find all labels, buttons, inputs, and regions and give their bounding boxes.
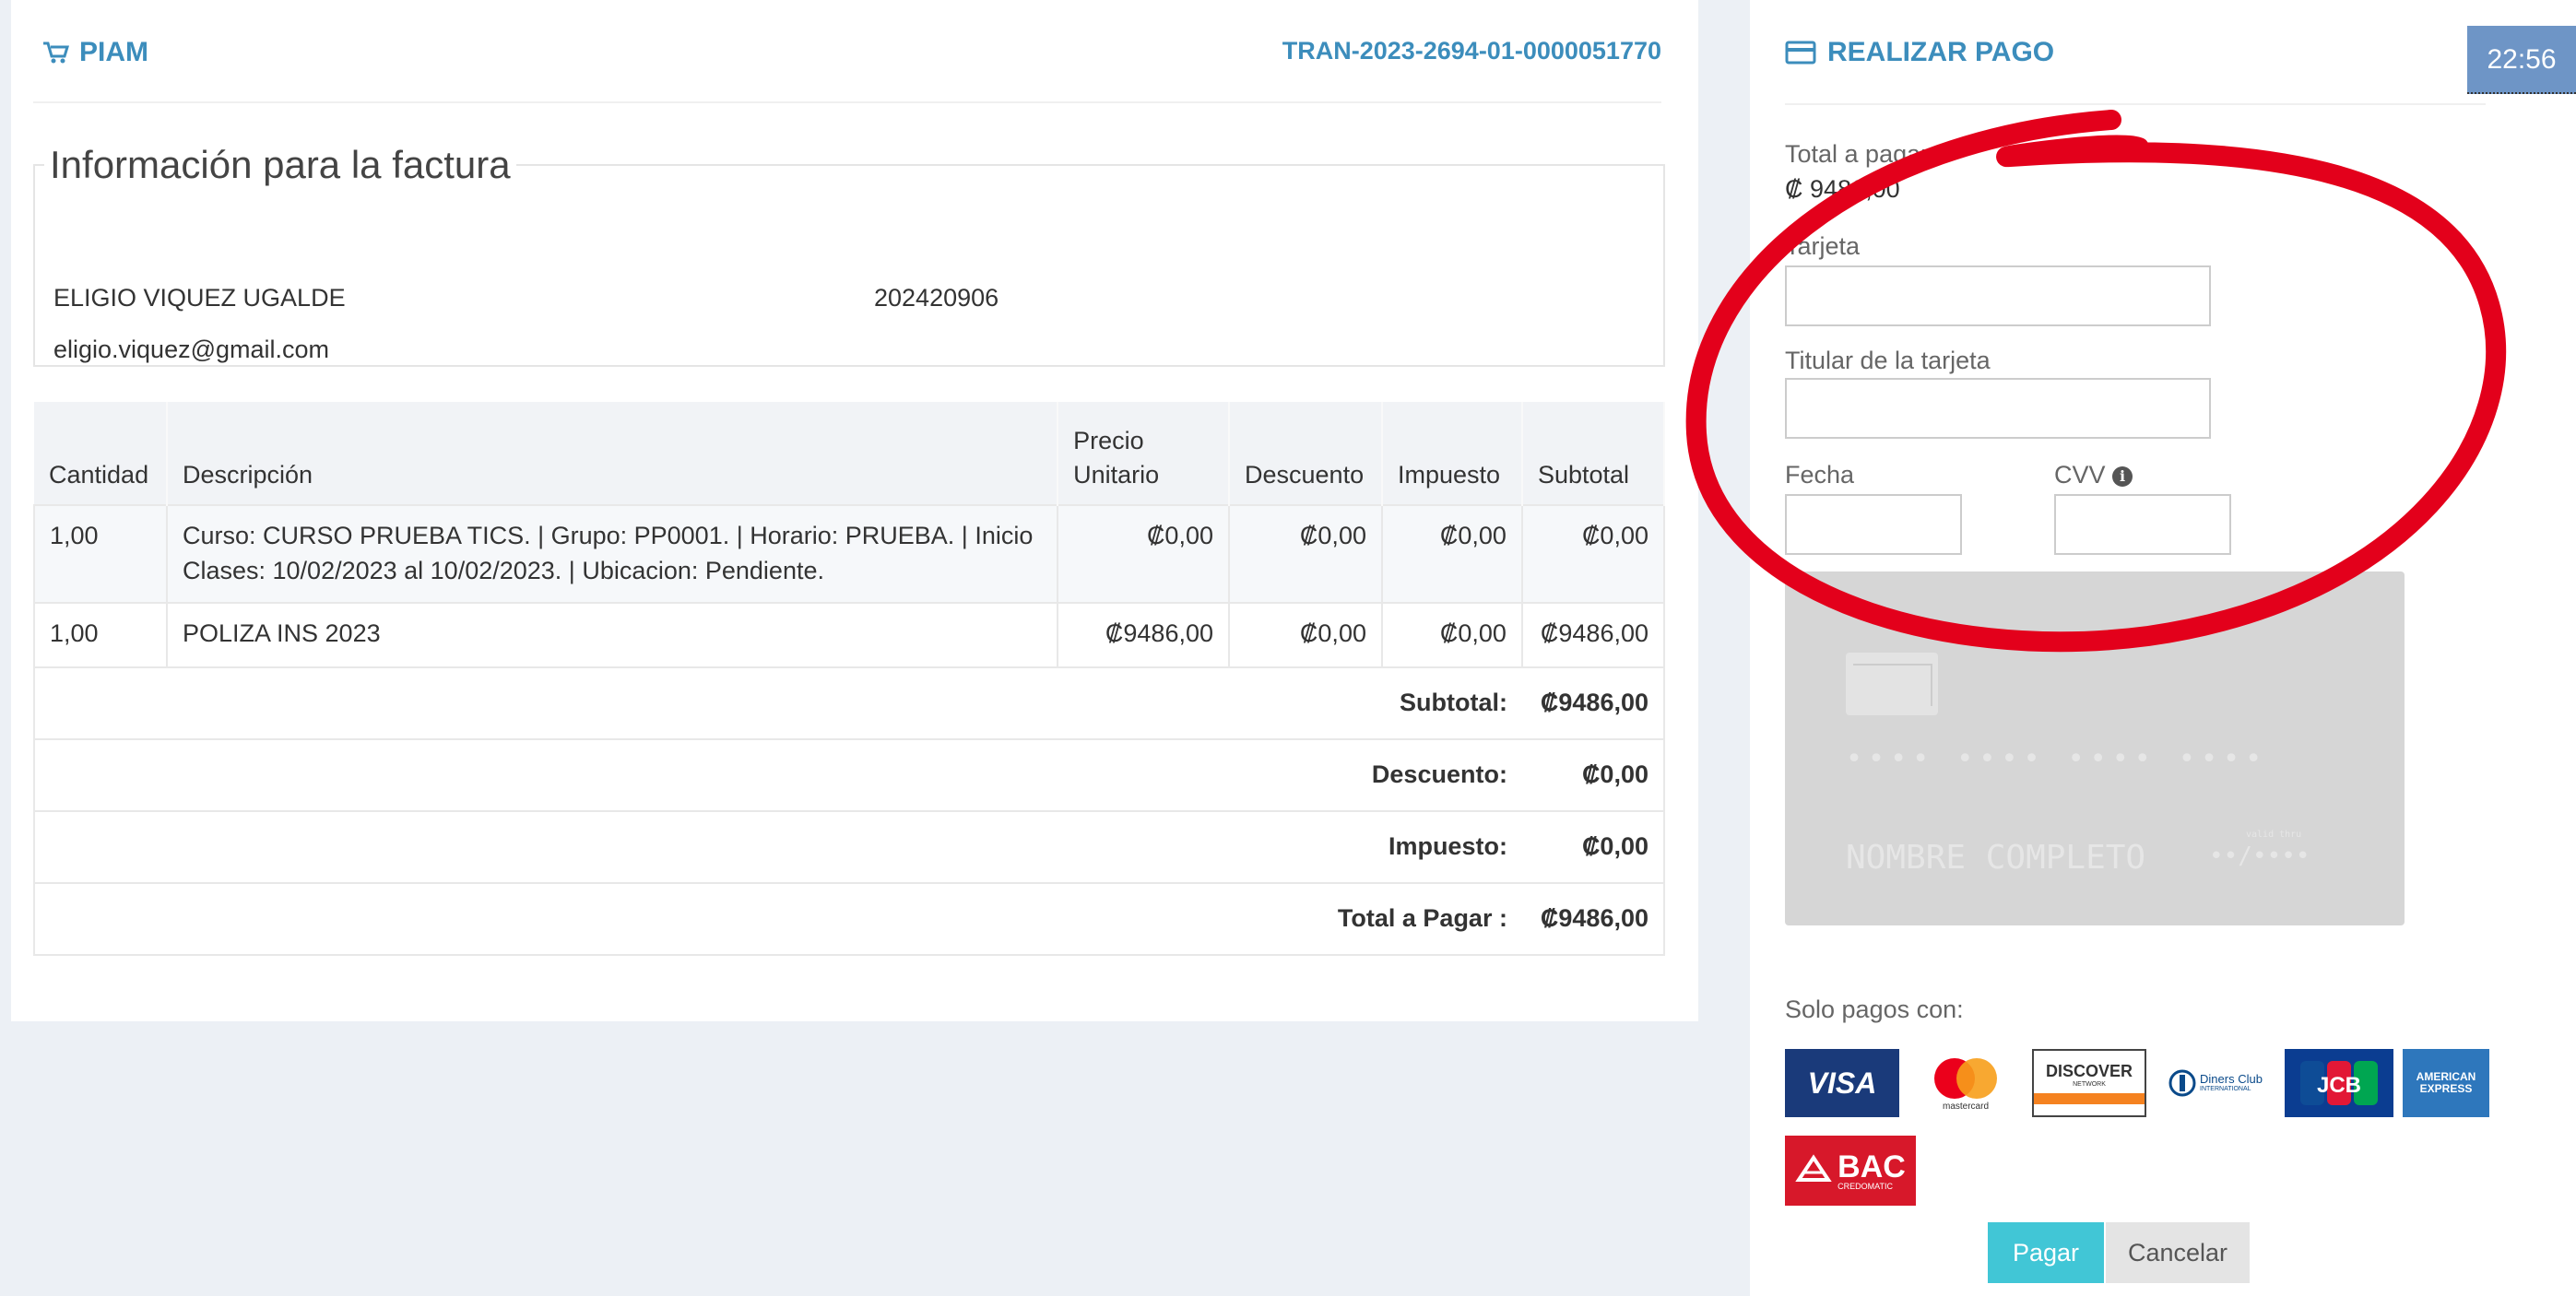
transaction-id: TRAN-2023-2694-01-0000051770: [1282, 37, 1661, 65]
tax-row: Impuesto: ₡0,00: [33, 809, 1666, 884]
discount-value: ₡0,00: [1521, 737, 1666, 812]
billing-info: Información para la factura ELIGIO VIQUE…: [33, 146, 1665, 367]
payment-header: REALIZAR PAGO: [1785, 37, 2486, 105]
diners-circle-icon: [2168, 1069, 2196, 1097]
total-row: Total a Pagar : ₡9486,00: [33, 881, 1666, 956]
accepted-cards: VISA mastercard DISCOVER NETWORK Diners …: [1785, 1049, 2489, 1117]
item-impuesto: ₡0,00: [1380, 601, 1523, 668]
expiry-date-input[interactable]: [1785, 494, 1962, 555]
diners-logo-sub: INTERNATIONAL: [2200, 1086, 2251, 1093]
total-label: Total a Pagar :: [33, 881, 1522, 956]
invoice-panel: PIAM TRAN-2023-2694-01-0000051770 Inform…: [11, 0, 1698, 1021]
tax-label: Impuesto:: [33, 809, 1522, 884]
expiry-date-label: Fecha: [1785, 461, 1855, 489]
amex-logo: AMERICAN EXPRESS: [2403, 1049, 2489, 1117]
bac-mark-icon: [1795, 1154, 1832, 1182]
payment-title-label: REALIZAR PAGO: [1827, 37, 2055, 67]
card-preview-expiry-caption: valid thru: [2246, 830, 2302, 840]
table-row: 1,00 POLIZA INS 2023 ₡9486,00 ₡0,00 ₡0,0…: [33, 601, 1666, 668]
brand-label: PIAM: [79, 37, 148, 67]
customer-id: 202420906: [874, 284, 999, 312]
info-circle-icon[interactable]: i: [2112, 465, 2133, 487]
invoice-table: Cantidad Descripción Precio Unitario Des…: [33, 402, 1666, 956]
discover-logo-bar: [2034, 1093, 2145, 1104]
visa-logo: VISA: [1785, 1049, 1899, 1117]
discover-logo-text: DISCOVER: [2045, 1062, 2133, 1080]
amex-logo-line2: EXPRESS: [2419, 1082, 2473, 1095]
cvv-input[interactable]: [2054, 494, 2231, 555]
subtotal-label: Subtotal:: [33, 666, 1522, 740]
discount-row: Descuento: ₡0,00: [33, 737, 1666, 812]
item-precio: ₡0,00: [1057, 504, 1230, 604]
card-number-input[interactable]: [1785, 265, 2211, 326]
item-precio: ₡9486,00: [1057, 601, 1230, 668]
total-to-pay-label: Total a pagar: [1785, 140, 1930, 168]
bac-logo-text: BAC: [1837, 1149, 1906, 1184]
item-cantidad: 1,00: [33, 504, 168, 604]
invoice-header: PIAM TRAN-2023-2694-01-0000051770: [33, 37, 1661, 103]
item-descripcion: POLIZA INS 2023: [165, 601, 1059, 668]
discover-logo: DISCOVER NETWORK: [2032, 1049, 2146, 1117]
col-cantidad: Cantidad: [34, 402, 168, 505]
col-impuesto: Impuesto: [1381, 402, 1523, 505]
total-value: ₡9486,00: [1521, 881, 1666, 956]
accepted-cards-label: Solo pagos con:: [1785, 996, 1964, 1023]
card-holder-input[interactable]: [1785, 378, 2211, 439]
card-holder-label: Titular de la tarjeta: [1785, 347, 1991, 374]
item-impuesto: ₡0,00: [1380, 504, 1523, 604]
cvv-label-text: CVV: [2054, 461, 2106, 489]
card-preview-name: NOMBRE COMPLETO: [1846, 839, 2146, 877]
mastercard-logo: mastercard: [1908, 1049, 2023, 1117]
table-row: 1,00 Curso: CURSO PRUEBA TICS. | Grupo: …: [33, 504, 1666, 604]
cvv-label: CVV i: [2054, 461, 2133, 489]
card-preview-number: •••• •••• •••• ••••: [1846, 743, 2268, 775]
svg-text:JCB: JCB: [2317, 1073, 2361, 1098]
session-clock: 22:56: [2467, 26, 2576, 94]
card-preview: •••• •••• •••• •••• NOMBRE COMPLETO vali…: [1785, 571, 2405, 925]
payment-title: REALIZAR PAGO: [1785, 37, 2486, 68]
col-descripcion: Descripción: [166, 402, 1059, 505]
tax-value: ₡0,00: [1521, 809, 1666, 884]
discount-label: Descuento:: [33, 737, 1522, 812]
item-descripcion: Curso: CURSO PRUEBA TICS. | Grupo: PP000…: [165, 504, 1059, 604]
mastercard-logo-text: mastercard: [1942, 1101, 1989, 1112]
subtotal-value: ₡9486,00: [1521, 666, 1666, 740]
customer-email: eligio.viquez@gmail.com: [53, 336, 330, 363]
pay-button[interactable]: Pagar: [1988, 1222, 2104, 1283]
customer-name: ELIGIO VIQUEZ UGALDE: [53, 284, 346, 312]
cart-icon: [43, 41, 70, 64]
payment-panel: REALIZAR PAGO 22:56 Total a pagar ₡ 9486…: [1750, 0, 2576, 1296]
col-precio-unitario: Precio Unitario: [1058, 402, 1230, 505]
col-subtotal: Subtotal: [1521, 402, 1666, 505]
billing-info-title: Información para la factura: [50, 143, 511, 186]
item-descuento: ₡0,00: [1228, 601, 1383, 668]
diners-logo-text: Diners Club: [2200, 1072, 2263, 1086]
card-number-label: Tarjeta: [1785, 232, 1861, 260]
card-preview-expiry: valid thru ••/••••: [2209, 830, 2310, 870]
mastercard-circles-icon: [1934, 1057, 1997, 1099]
total-to-pay-value: ₡ 9486,00: [1785, 175, 1900, 203]
visa-logo-text: VISA: [1807, 1066, 1877, 1100]
item-descuento: ₡0,00: [1228, 504, 1383, 604]
card-chip: [1846, 653, 1938, 715]
credit-card-icon: [1785, 41, 1816, 65]
item-subtotal: ₡0,00: [1520, 504, 1666, 604]
brand: PIAM: [42, 37, 148, 68]
jcb-logo: JCB: [2285, 1049, 2393, 1117]
diners-logo: Diners Club INTERNATIONAL: [2156, 1049, 2275, 1117]
card-preview-expiry-value: ••/••••: [2209, 842, 2310, 870]
item-subtotal: ₡9486,00: [1520, 601, 1666, 668]
item-cantidad: 1,00: [33, 601, 168, 668]
discover-logo-sub: NETWORK: [2073, 1081, 2106, 1088]
jcb-mark-icon: JCB: [2300, 1061, 2378, 1105]
subtotal-row: Subtotal: ₡9486,00: [33, 666, 1666, 740]
col-descuento: Descuento: [1229, 402, 1383, 505]
bac-credomatic-logo: BAC CREDOMATIC: [1785, 1136, 1916, 1206]
table-header: Cantidad Descripción Precio Unitario Des…: [34, 402, 1666, 505]
cancel-button[interactable]: Cancelar: [2106, 1222, 2250, 1283]
